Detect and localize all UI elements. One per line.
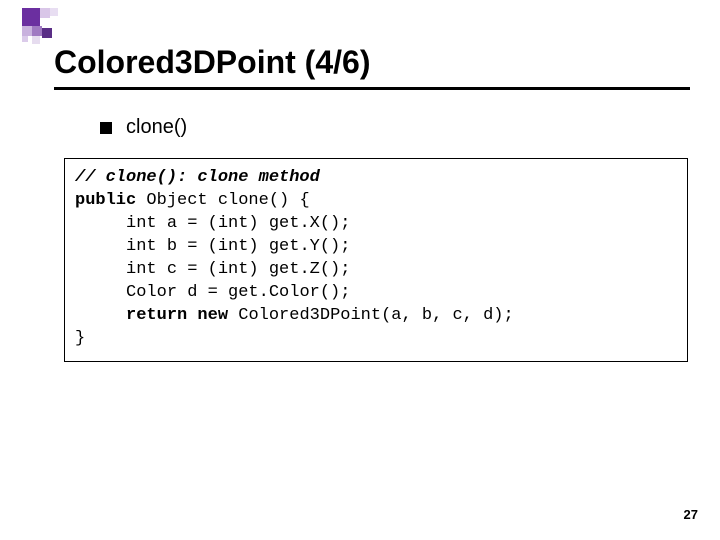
decor-square [22,36,28,42]
code-l3: int a = (int) get.X(); [126,214,350,233]
code-l5: int c = (int) get.Z(); [126,260,350,279]
slide-title: Colored3DPoint (4/6) [54,44,690,90]
code-kw-return: return new [126,306,228,325]
code-l4: int b = (int) get.Y(); [126,237,350,256]
code-comment: // clone(): clone method [75,168,320,187]
code-l7: Colored3DPoint(a, b, c, d); [228,306,514,325]
code-l6: Color d = get.Color(); [126,283,350,302]
decor-square [40,8,50,18]
decor-square [42,28,52,38]
square-bullet-icon [100,122,112,134]
code-l8: } [75,329,85,348]
decor-square [22,26,32,36]
bullet-row: clone() [100,116,187,139]
code-kw-public: public [75,191,136,210]
code-l2: Object clone() { [136,191,309,210]
page-number: 27 [684,507,698,522]
decor-square [32,36,40,44]
bullet-text: clone() [126,116,187,139]
decor-square [50,8,58,16]
decor-square [32,26,42,36]
decor-square [22,8,40,26]
code-box: // clone(): clone method public Object c… [64,158,688,362]
